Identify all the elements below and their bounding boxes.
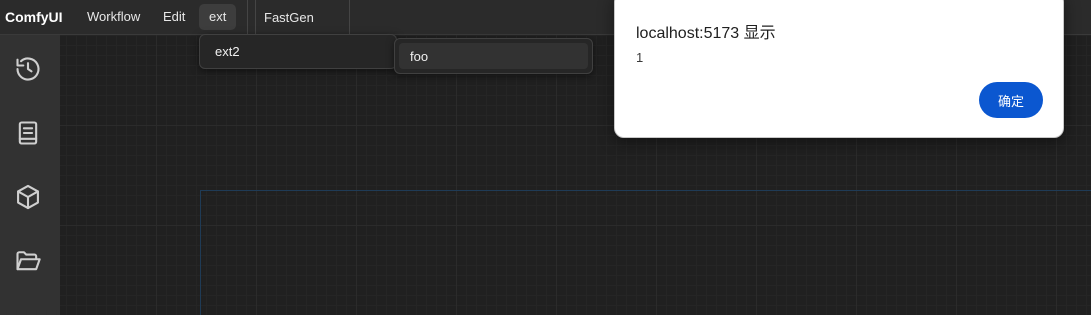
cube-icon[interactable]: [14, 183, 42, 211]
ext-submenu: ext2: [199, 34, 397, 69]
sidebar: [0, 35, 60, 315]
menu-workflow[interactable]: Workflow: [77, 4, 150, 30]
menu-divider: [247, 0, 248, 35]
app-logo[interactable]: ComfyUI: [5, 9, 63, 25]
dialog-title: localhost:5173 显示: [636, 25, 776, 42]
menu-edit[interactable]: Edit: [153, 4, 195, 30]
book-icon[interactable]: [14, 119, 42, 147]
dialog-ok-button[interactable]: 确定: [979, 82, 1043, 118]
ext2-submenu: foo: [394, 38, 593, 74]
dialog-message: 1: [636, 50, 644, 65]
history-icon[interactable]: [14, 55, 42, 83]
tab-fastgen[interactable]: FastGen: [255, 0, 350, 35]
submenu-item-foo[interactable]: foo: [410, 49, 428, 64]
menu-ext[interactable]: ext: [199, 4, 237, 30]
submenu-item-ext2[interactable]: ext2: [215, 44, 240, 59]
folder-open-icon[interactable]: [14, 247, 42, 275]
alert-dialog: localhost:5173 显示 1 确定: [614, 0, 1064, 138]
canvas-selection-guide: [200, 190, 1091, 315]
